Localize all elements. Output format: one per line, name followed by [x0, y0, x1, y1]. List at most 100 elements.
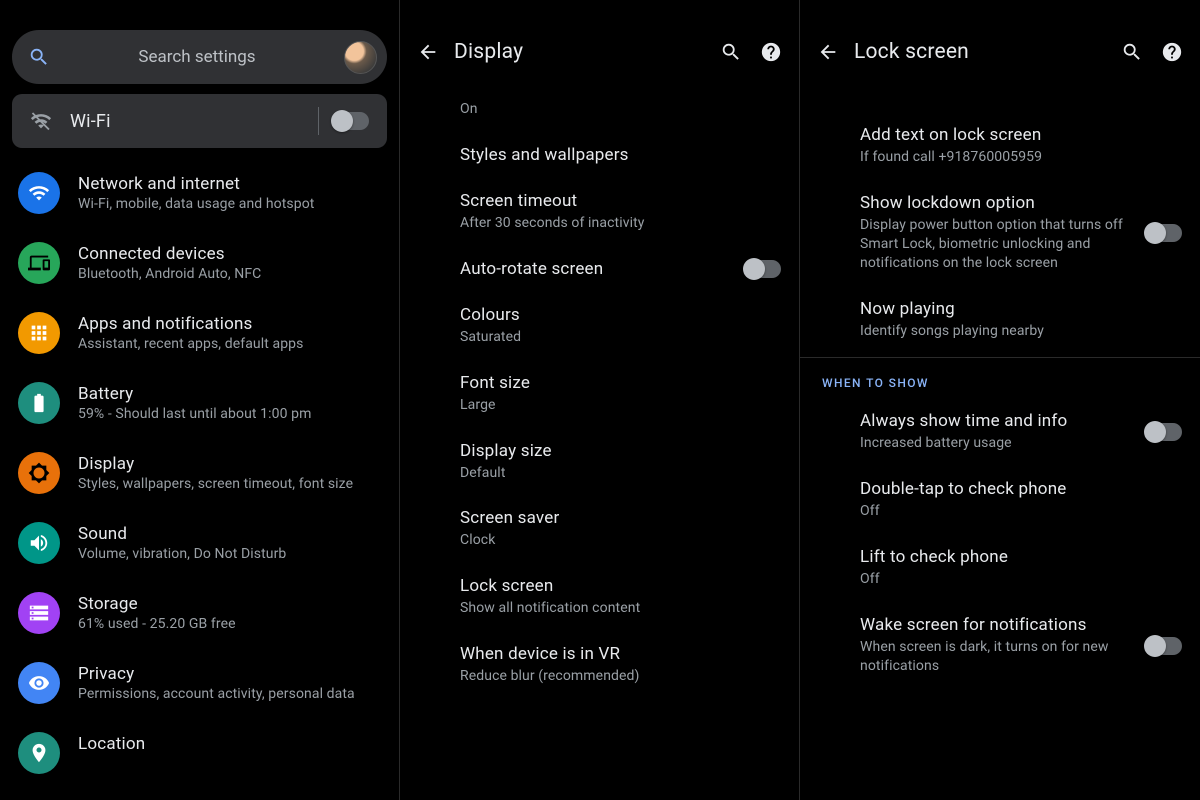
row-subtitle: After 30 seconds of inactivity — [460, 214, 777, 233]
privacy-icon — [18, 662, 60, 704]
sound-icon — [18, 522, 60, 564]
setting-row[interactable]: Add text on lock screen If found call +91… — [800, 112, 1200, 180]
search-placeholder: Search settings — [50, 47, 344, 67]
row-title: Auto-rotate screen — [460, 259, 777, 279]
toggle-switch[interactable] — [745, 260, 781, 278]
row-title: Sound — [78, 524, 286, 544]
wifi-icon — [18, 172, 60, 214]
settings-row-privacy[interactable]: PrivacyPermissions, account activity, pe… — [0, 648, 399, 718]
row-title: Display size — [460, 441, 777, 461]
account-avatar[interactable] — [344, 41, 377, 74]
section-label: WHEN TO SHOW — [800, 358, 1200, 398]
toggle-switch[interactable] — [1146, 637, 1182, 655]
settings-row-devices[interactable]: Connected devicesBluetooth, Android Auto… — [0, 228, 399, 298]
settings-list: Network and internet Wi-Fi, mobile, data … — [0, 158, 399, 788]
help-button[interactable] — [1152, 32, 1192, 72]
settings-row-apps[interactable]: Apps and notifications Assistant, recent … — [0, 298, 399, 368]
settings-row-sound[interactable]: Sound Volume, vibration, Do Not Disturb — [0, 508, 399, 578]
back-button[interactable] — [808, 32, 848, 72]
toggle-switch[interactable] — [1146, 224, 1182, 242]
setting-row[interactable]: Display sizeDefault — [400, 428, 799, 496]
page-title: Lock screen — [854, 40, 1112, 64]
wifi-label: Wi-Fi — [70, 111, 304, 132]
search-button[interactable] — [1112, 32, 1152, 72]
row-subtitle: Saturated — [460, 328, 777, 347]
brightness-icon — [18, 452, 60, 494]
divider — [318, 107, 319, 135]
row-title: Font size — [460, 373, 777, 393]
setting-row[interactable]: Auto-rotate screen — [400, 246, 799, 292]
wifi-off-icon — [30, 110, 60, 132]
row-subtitle: Reduce blur (recommended) — [460, 667, 777, 686]
setting-row[interactable]: Lock screenShow all notification content — [400, 563, 799, 631]
row-subtitle: Permissions, account activity, personal … — [78, 686, 355, 702]
row-subtitle: Bluetooth, Android Auto, NFC — [78, 266, 261, 282]
row-title: Display — [78, 454, 353, 474]
row-title: Storage — [78, 594, 236, 614]
header-bar: Lock screen — [800, 20, 1200, 84]
setting-row[interactable]: Wake screen for notifications When screen… — [800, 602, 1200, 689]
setting-row[interactable]: Show lockdown option Display power button… — [800, 180, 1200, 286]
setting-row[interactable]: Lift to check phoneOff — [800, 534, 1200, 602]
wifi-toggle[interactable] — [333, 112, 369, 130]
row-subtitle: Clock — [460, 531, 777, 550]
row-title: Apps and notifications — [78, 314, 303, 334]
row-title: Screen timeout — [460, 191, 777, 211]
row-subtitle: 59% - Should last until about 1:00 pm — [78, 406, 311, 422]
row-title: Add text on lock screen — [860, 125, 1178, 145]
row-title: Network and internet — [78, 174, 314, 194]
setting-row[interactable]: On — [400, 84, 799, 132]
setting-row[interactable]: Screen timeout After 30 seconds of inacti… — [400, 178, 799, 246]
row-title: Location — [78, 734, 145, 754]
row-title: Lift to check phone — [860, 547, 1178, 567]
setting-row[interactable]: When device is in VR Reduce blur (recomme… — [400, 631, 799, 699]
row-subtitle: Styles, wallpapers, screen timeout, font… — [78, 476, 353, 492]
row-subtitle: If found call +918760005959 — [860, 148, 1178, 167]
setting-row[interactable]: Always show time and info Increased batte… — [800, 398, 1200, 466]
devices-icon — [18, 242, 60, 284]
row-title: Wake screen for notifications — [860, 615, 1178, 635]
lockscreen-list-b: Always show time and info Increased batte… — [800, 398, 1200, 688]
back-button[interactable] — [408, 32, 448, 72]
setting-row[interactable]: Font sizeLarge — [400, 360, 799, 428]
settings-row-location[interactable]: Location — [0, 718, 399, 788]
settings-row-brightness[interactable]: Display Styles, wallpapers, screen timeou… — [0, 438, 399, 508]
location-icon — [18, 732, 60, 774]
setting-row[interactable]: Screen saver Clock — [400, 495, 799, 563]
apps-icon — [18, 312, 60, 354]
settings-row-storage[interactable]: Storage 61% used - 25.20 GB free — [0, 578, 399, 648]
display-settings-list: On Styles and wallpapers Screen timeout Aft… — [400, 84, 799, 699]
setting-row[interactable]: Double-tap to check phoneOff — [800, 466, 1200, 534]
search-icon — [28, 46, 50, 68]
row-subtitle: Show all notification content — [460, 599, 777, 618]
setting-row[interactable]: Now playingIdentify songs playing nearby — [800, 286, 1200, 354]
row-subtitle: Increased battery usage — [860, 434, 1178, 453]
row-subtitle: Assistant, recent apps, default apps — [78, 336, 303, 352]
row-title: Always show time and info — [860, 411, 1178, 431]
setting-row[interactable]: Styles and wallpapers — [400, 132, 799, 178]
settings-main-pane: Search settings Wi-Fi Network and intern… — [0, 0, 400, 800]
help-button[interactable] — [751, 32, 791, 72]
row-title: Styles and wallpapers — [460, 145, 777, 165]
setting-row[interactable]: Colours Saturated — [400, 292, 799, 360]
row-title: Battery — [78, 384, 311, 404]
row-subtitle: When screen is dark, it turns on for new… — [860, 638, 1178, 676]
toggle-switch[interactable] — [1146, 423, 1182, 441]
lockscreen-settings-pane: Lock screen Add text on lock screen If fo… — [800, 0, 1200, 800]
row-subtitle: Volume, vibration, Do Not Disturb — [78, 546, 286, 562]
row-subtitle: Wi-Fi, mobile, data usage and hotspot — [78, 196, 314, 212]
settings-row-wifi[interactable]: Network and internet Wi-Fi, mobile, data … — [0, 158, 399, 228]
row-title: When device is in VR — [460, 644, 777, 664]
search-button[interactable] — [711, 32, 751, 72]
settings-row-battery[interactable]: Battery 59% - Should last until about 1:0… — [0, 368, 399, 438]
battery-icon — [18, 382, 60, 424]
row-title: Screen saver — [460, 508, 777, 528]
header-bar: Display — [400, 20, 799, 84]
wifi-quick-tile[interactable]: Wi-Fi — [12, 94, 387, 148]
row-title: Show lockdown option — [860, 193, 1178, 213]
row-subtitle: 61% used - 25.20 GB free — [78, 616, 236, 632]
row-title: Colours — [460, 305, 777, 325]
row-subtitle: Display power button option that turns o… — [860, 216, 1178, 273]
search-bar[interactable]: Search settings — [12, 30, 387, 84]
row-subtitle: Identify songs playing nearby — [860, 322, 1178, 341]
